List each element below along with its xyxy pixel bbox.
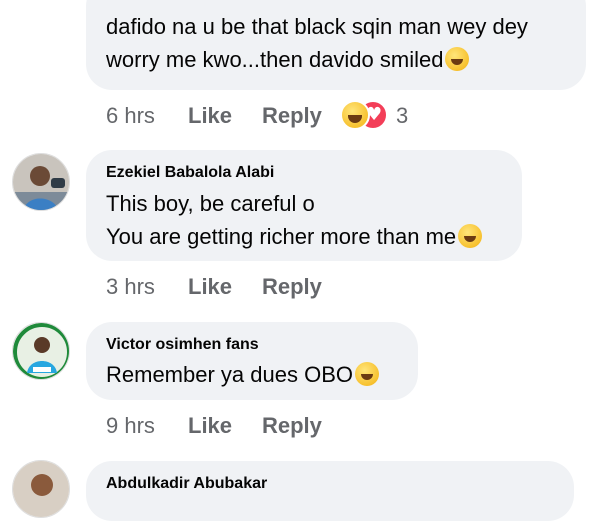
comment-author[interactable]: Ezekiel Babalola Alabi xyxy=(106,164,502,182)
comment-text-line: You are getting richer more than me xyxy=(106,220,502,253)
reactions-summary[interactable] xyxy=(340,100,390,130)
tears-of-joy-emoji-icon xyxy=(354,362,379,386)
profile-photo-icon xyxy=(13,154,69,210)
comment-text-line: dafido na u be that black sqin man wey d… xyxy=(106,14,528,39)
comment-author[interactable]: Victor osimhen fans xyxy=(106,336,398,354)
profile-photo-icon xyxy=(13,323,69,379)
like-button[interactable]: Like xyxy=(188,103,232,129)
rolling-laughing-emoji-icon xyxy=(458,224,483,248)
comment-bubble: Abdulkadir Abubakar xyxy=(86,461,574,521)
comment-timestamp: 6 hrs xyxy=(106,103,155,128)
comment-timestamp: 9 hrs xyxy=(106,413,155,438)
comment-meta: 9 hrs Like Reply xyxy=(106,413,406,443)
profile-photo-icon xyxy=(13,461,69,517)
comment-text-line: This boy, be careful o xyxy=(106,191,315,216)
haha-reaction-icon xyxy=(340,100,370,130)
smiling-face-emoji-icon xyxy=(445,47,470,71)
reply-button[interactable]: Reply xyxy=(262,413,322,439)
comment-text-line: worry me kwo...then davido smiled xyxy=(106,43,566,76)
comment-author[interactable]: Abdulkadir Abubakar xyxy=(106,475,554,493)
comment-meta: 6 hrs Like Reply 3 xyxy=(106,100,506,133)
comment-bubble: Ezekiel Babalola Alabi This boy, be care… xyxy=(86,150,522,261)
comment-meta: 3 hrs Like Reply xyxy=(106,274,406,304)
comment-bubble: dafido na u be that black sqin man wey d… xyxy=(86,0,586,90)
like-button[interactable]: Like xyxy=(188,413,232,439)
reaction-count: 3 xyxy=(396,103,409,128)
reply-button[interactable]: Reply xyxy=(262,274,322,300)
avatar[interactable] xyxy=(12,153,70,211)
avatar[interactable] xyxy=(12,322,70,380)
comment-text-line: Remember ya dues OBO xyxy=(106,358,398,391)
comment-bubble: Victor osimhen fans Remember ya dues OBO xyxy=(86,322,418,400)
like-button[interactable]: Like xyxy=(188,274,232,300)
comment-timestamp: 3 hrs xyxy=(106,274,155,299)
avatar[interactable] xyxy=(12,460,70,518)
reply-button[interactable]: Reply xyxy=(262,103,322,129)
